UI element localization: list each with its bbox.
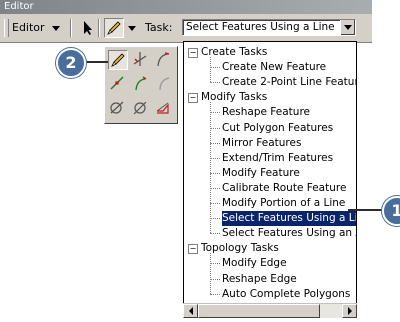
collapse-icon[interactable]: − [188, 48, 198, 58]
arrow-left-icon [188, 307, 193, 315]
tree-connector [210, 142, 220, 144]
callout-leader-two [84, 61, 108, 63]
circle-trace-icon [110, 101, 124, 114]
editor-menu-button[interactable]: Editor [12, 14, 61, 42]
task-label: Task: [145, 21, 173, 34]
collapse-icon[interactable]: − [188, 244, 198, 255]
task-item[interactable]: Modify Feature [222, 166, 302, 181]
arc-icon [157, 52, 170, 67]
trace-icon [156, 102, 169, 114]
tree-connector [210, 253, 211, 294]
callout-one: 1 [382, 196, 400, 226]
task-item[interactable]: Reshape Feature [222, 105, 312, 120]
tree-connector [210, 157, 220, 159]
task-item[interactable]: Modify Portion of a Line [222, 196, 347, 211]
task-item[interactable]: Mirror Features [222, 136, 303, 151]
toolbar-separator [98, 19, 100, 37]
chevron-down-icon [128, 25, 136, 31]
tree-connector [210, 57, 211, 83]
task-item[interactable]: Auto Complete Polygons [222, 287, 352, 302]
sketch-tool-dropdown[interactable] [128, 14, 136, 42]
tree-connector [210, 67, 220, 69]
endpoint-arc-tool[interactable] [131, 74, 151, 94]
task-item[interactable]: Reshape Edge [222, 272, 299, 287]
toolbar-separator [70, 19, 72, 37]
tree-connector [210, 233, 220, 235]
task-item[interactable]: Cut Polygon Features [222, 121, 335, 136]
task-select-button[interactable] [340, 20, 355, 35]
scroll-left-button[interactable] [183, 304, 198, 318]
sketch-tool-button[interactable] [104, 18, 124, 38]
task-item[interactable]: Modify Edge [222, 256, 289, 271]
intersection-icon [133, 52, 147, 66]
midpoint-icon [110, 76, 124, 90]
tree-connector [210, 112, 220, 114]
chevron-down-icon [52, 25, 61, 31]
sketch-pencil-icon [111, 53, 125, 67]
tree-connector [210, 127, 220, 129]
intersection-tool[interactable] [131, 50, 151, 70]
task-item[interactable]: Calibrate Route Feature [222, 181, 348, 196]
tree-connector [210, 263, 220, 265]
arc-tool[interactable] [154, 50, 174, 70]
tangent-curve-tool[interactable] [154, 74, 174, 94]
tree-connector [210, 187, 220, 189]
trace-tool[interactable] [154, 98, 174, 118]
tree-connector [210, 203, 220, 204]
task-group[interactable]: Topology Tasks [201, 241, 279, 256]
toolbar-title: Editor [0, 0, 372, 14]
task-select-value: Select Features Using a Line [186, 21, 335, 33]
edit-tool-button[interactable] [78, 14, 94, 42]
distance-distance-tool[interactable] [131, 98, 151, 118]
editor-menu-label: Editor [12, 21, 45, 34]
task-select[interactable]: Select Features Using a Line [182, 19, 356, 36]
task-dropdown-list[interactable]: − Create Tasks Create New Feature Create 2-… [183, 41, 357, 318]
task-item[interactable]: Extend/Trim Features [222, 151, 335, 166]
sketch-tool-palette [104, 46, 178, 124]
tree-connector [210, 293, 220, 295]
distance-distance-icon [133, 101, 147, 115]
midpoint-tool[interactable] [108, 74, 128, 94]
tree-connector [210, 102, 211, 234]
arrow-right-icon [347, 307, 352, 315]
horizontal-scrollbar[interactable] [183, 303, 357, 318]
circle-tool[interactable] [108, 98, 128, 118]
scroll-right-button[interactable] [342, 304, 357, 318]
tree-connector [210, 218, 220, 220]
scroll-thumb[interactable] [198, 304, 320, 318]
tree-connector [210, 278, 220, 280]
task-item[interactable]: Create 2-Point Line Features [222, 75, 356, 90]
tree-connector [210, 172, 220, 174]
tree-connector [210, 82, 220, 84]
callout-leader-one [348, 209, 384, 211]
callout-two: 2 [56, 48, 86, 78]
task-item[interactable]: Create New Feature [222, 60, 328, 75]
endpoint-arc-icon [135, 76, 147, 91]
collapse-icon[interactable]: − [188, 93, 198, 104]
task-item[interactable]: Select Features Using an Area [222, 226, 356, 241]
editor-toolbar: Editor Task: Select Features Using a Lin… [0, 14, 372, 43]
arrow-pointer-icon [84, 21, 92, 35]
pencil-icon [107, 21, 121, 35]
task-item[interactable]: Select Features Using a Line [222, 211, 356, 227]
chevron-down-icon [344, 25, 352, 30]
sketch-tool[interactable] [108, 50, 128, 70]
tangent-curve-icon [159, 77, 170, 91]
